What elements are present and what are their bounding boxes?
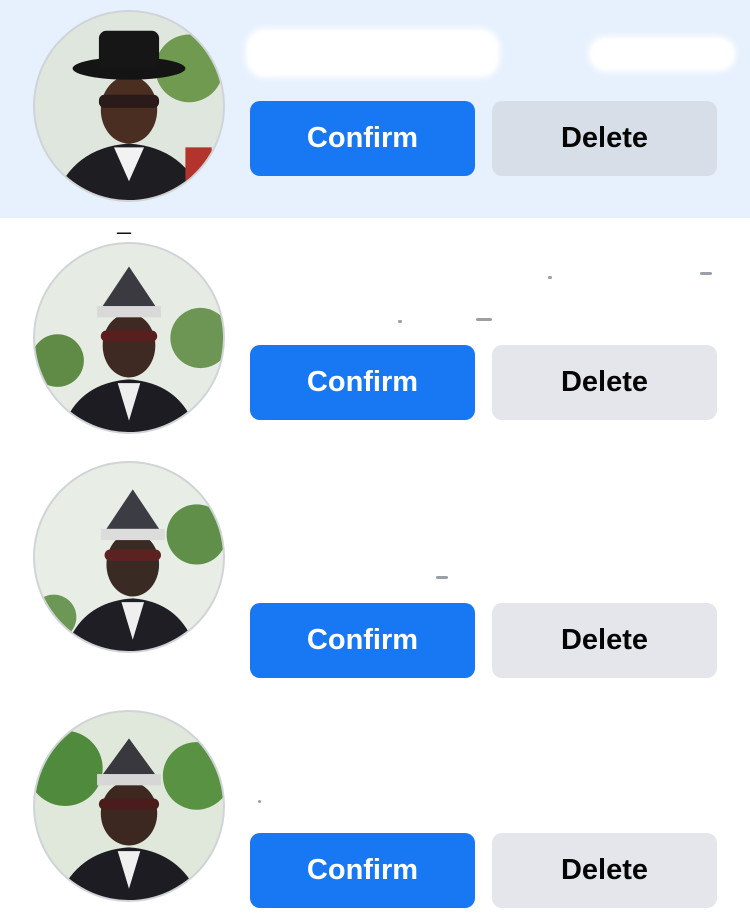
- avatar[interactable]: [33, 10, 225, 202]
- name-placeholder: [258, 800, 261, 803]
- friend-request-item: ‾‾ Confirm Delete: [0, 218, 750, 450]
- name-placeholder: [436, 576, 448, 579]
- friend-request-item: ∨ Confirm Delete: [0, 450, 750, 700]
- delete-button[interactable]: Delete: [492, 345, 717, 420]
- name-placeholder: [245, 28, 500, 78]
- friend-requests-list: Confirm Delete ‾‾ Confirm Delete ∨: [0, 0, 750, 921]
- profile-photo: [35, 712, 223, 900]
- confirm-button[interactable]: Confirm: [250, 603, 475, 678]
- name-placeholder: [700, 272, 712, 275]
- name-placeholder: [548, 276, 552, 279]
- name-placeholder: [398, 320, 402, 323]
- delete-button[interactable]: Delete: [492, 101, 717, 176]
- delete-button[interactable]: Delete: [492, 603, 717, 678]
- friend-request-item: Confirm Delete: [0, 700, 750, 921]
- name-placeholder: [588, 36, 736, 72]
- avatar[interactable]: [33, 461, 225, 653]
- confirm-button[interactable]: Confirm: [250, 101, 475, 176]
- profile-photo: [35, 12, 223, 200]
- confirm-button[interactable]: Confirm: [250, 833, 475, 908]
- confirm-button[interactable]: Confirm: [250, 345, 475, 420]
- avatar[interactable]: [33, 242, 225, 434]
- profile-photo: [35, 463, 223, 651]
- profile-photo: [35, 244, 223, 432]
- friend-request-item: Confirm Delete: [0, 0, 750, 218]
- avatar[interactable]: [33, 710, 225, 902]
- name-placeholder: [476, 318, 492, 321]
- delete-button[interactable]: Delete: [492, 833, 717, 908]
